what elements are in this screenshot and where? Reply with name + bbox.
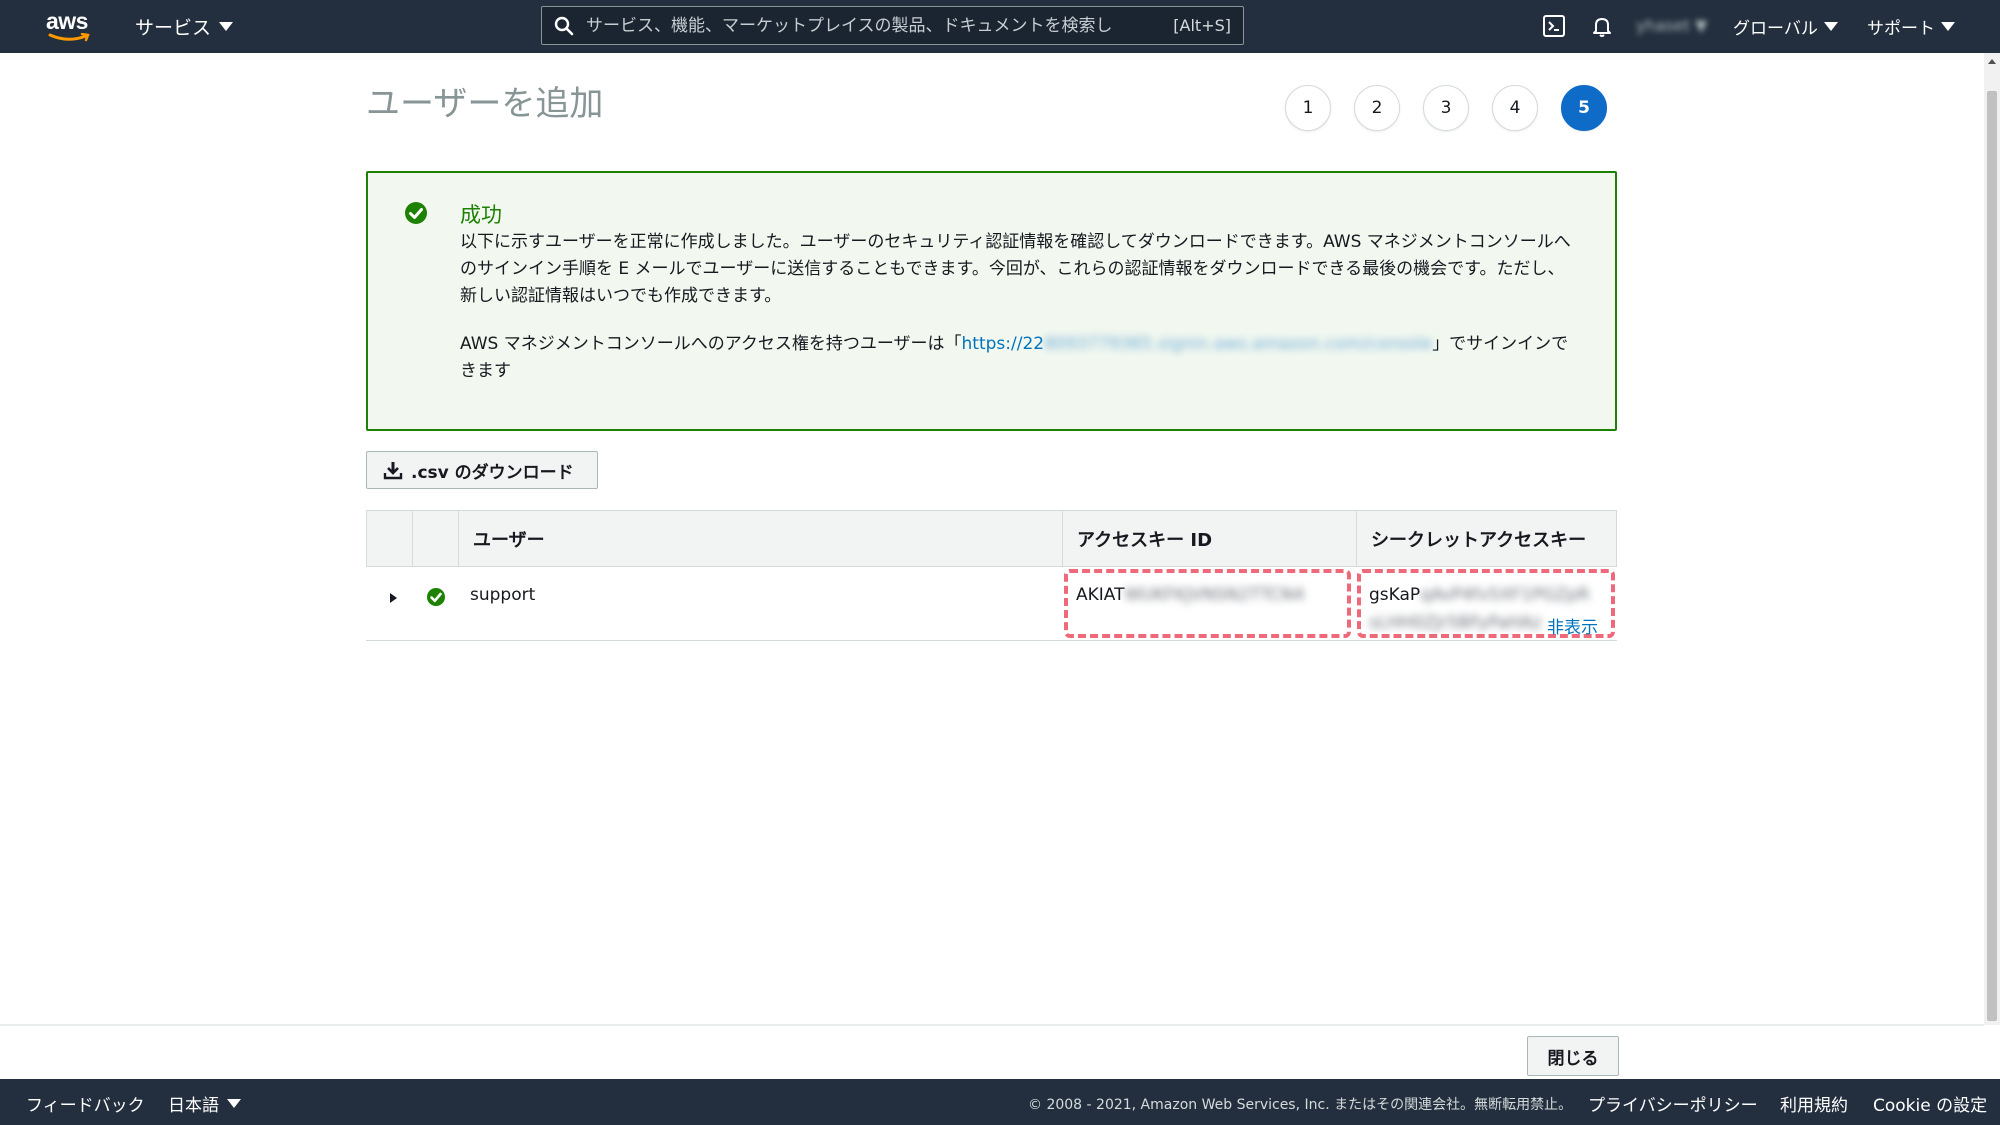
aws-smile-icon xyxy=(48,33,90,42)
header-user[interactable]: ユーザー xyxy=(458,511,1062,566)
hide-secret-link[interactable]: 非表示 xyxy=(1547,613,1598,638)
alert-title: 成功 xyxy=(460,203,502,227)
table-row: support AKIATWUKFKJVNSN2TTCN4 gsKaPqAvP4… xyxy=(366,567,1617,641)
caret-down-icon xyxy=(219,22,234,31)
bell-icon[interactable] xyxy=(1590,14,1614,38)
caret-down-icon xyxy=(1941,22,1955,31)
account-menu[interactable]: yhaset ▼ xyxy=(1636,16,1707,35)
download-icon xyxy=(383,462,403,480)
support-label: サポート xyxy=(1867,19,1935,39)
scroll-up-icon[interactable] xyxy=(1988,59,1996,64)
language-label: 日本語 xyxy=(168,1096,219,1116)
privacy-policy-link[interactable]: プライバシーポリシー xyxy=(1588,1091,1758,1116)
aws-logo-text: aws xyxy=(46,8,88,34)
success-alert: 成功 以下に示すユーザーを正常に作成しました。ユーザーのセキュリティ認証情報を確… xyxy=(366,171,1617,431)
caret-down-icon xyxy=(227,1099,241,1108)
cloudshell-icon[interactable] xyxy=(1542,14,1566,38)
header-status-col xyxy=(412,511,458,566)
secret-key-blurred-2: sLHH0ZJr5BFyPaHAz xyxy=(1369,613,1542,633)
top-navigation: aws サービス [Alt+S] yhaset ▼ グローバル サポート xyxy=(0,0,2000,53)
wizard-steps: 1 2 3 4 5 xyxy=(1285,85,1607,131)
check-circle-icon xyxy=(405,202,427,224)
region-label: グローバル xyxy=(1733,19,1818,39)
secret-key-blurred-1: qAvP4fv5XF1PGZpR xyxy=(1420,585,1590,605)
expand-triangle-icon[interactable] xyxy=(386,591,400,605)
access-key-id-value: AKIATWUKFKJVNSN2TTCN4 xyxy=(1076,585,1304,605)
signin-url-visible: https://22 xyxy=(961,334,1045,354)
secret-key-value-line1: gsKaPqAvP4fv5XF1PGZpR xyxy=(1369,585,1590,605)
header-secret-access-key[interactable]: シークレットアクセスキー xyxy=(1356,511,1616,566)
secret-key-visible: gsKaP xyxy=(1369,585,1421,605)
step-1[interactable]: 1 xyxy=(1285,85,1331,131)
download-csv-button[interactable]: .csv のダウンロード xyxy=(366,451,598,489)
page-title: ユーザーを追加 xyxy=(366,84,604,124)
table-header: ユーザー アクセスキー ID シークレットアクセスキー xyxy=(366,510,1617,567)
signin-url-link[interactable]: https://228093779365.signin.aws.amazon.c… xyxy=(962,334,1433,354)
signin-prefix: AWS マネジメントコンソールへのアクセス権を持つユーザーは「 xyxy=(460,334,962,354)
vertical-scrollbar[interactable] xyxy=(1984,53,2000,1025)
services-label: サービス xyxy=(135,17,212,39)
aws-logo[interactable]: aws xyxy=(46,8,94,44)
alert-message: 以下に示すユーザーを正常に作成しました。ユーザーのセキュリティ認証情報を確認して… xyxy=(460,232,1571,306)
language-selector[interactable]: 日本語 xyxy=(168,1091,241,1116)
search-box[interactable]: [Alt+S] xyxy=(541,6,1244,45)
bottom-divider xyxy=(0,1024,1984,1026)
search-shortcut: [Alt+S] xyxy=(1173,16,1231,35)
alert-signin-info: AWS マネジメントコンソールへのアクセス権を持つユーザーは「https://2… xyxy=(460,331,1580,385)
cookie-settings-link[interactable]: Cookie の設定 xyxy=(1873,1091,1987,1116)
region-menu[interactable]: グローバル xyxy=(1733,14,1838,39)
access-key-visible: AKIAT xyxy=(1076,585,1125,605)
access-key-blurred: WUKFKJVNSN2TTCN4 xyxy=(1124,585,1305,605)
account-label: yhaset xyxy=(1636,16,1690,35)
services-menu[interactable]: サービス xyxy=(135,13,234,40)
search-input[interactable] xyxy=(586,7,1176,44)
step-2[interactable]: 2 xyxy=(1354,85,1400,131)
secret-key-value-line2: sLHH0ZJr5BFyPaHAz xyxy=(1369,613,1541,633)
terms-link[interactable]: 利用規約 xyxy=(1780,1091,1848,1116)
step-5[interactable]: 5 xyxy=(1561,85,1607,131)
check-circle-icon xyxy=(427,588,445,606)
download-csv-label: .csv のダウンロード xyxy=(411,462,574,483)
signin-url-blurred: 8093779365.signin.aws.amazon.com/console xyxy=(1044,334,1433,354)
step-3[interactable]: 3 xyxy=(1423,85,1469,131)
step-4[interactable]: 4 xyxy=(1492,85,1538,131)
user-credentials-table: ユーザー アクセスキー ID シークレットアクセスキー support AKIA… xyxy=(366,510,1617,641)
support-menu[interactable]: サポート xyxy=(1867,14,1955,39)
user-name: support xyxy=(470,585,536,605)
copyright-text: © 2008 - 2021, Amazon Web Services, Inc.… xyxy=(1028,1097,1573,1113)
footer: フィードバック 日本語 © 2008 - 2021, Amazon Web Se… xyxy=(0,1079,2000,1125)
feedback-link[interactable]: フィードバック xyxy=(26,1091,145,1116)
search-icon xyxy=(554,16,574,36)
close-button[interactable]: 閉じる xyxy=(1527,1036,1619,1076)
header-access-key-id[interactable]: アクセスキー ID xyxy=(1062,511,1356,566)
scroll-thumb[interactable] xyxy=(1987,91,1997,1021)
header-expand-col xyxy=(367,511,412,566)
caret-down-icon xyxy=(1823,22,1838,31)
